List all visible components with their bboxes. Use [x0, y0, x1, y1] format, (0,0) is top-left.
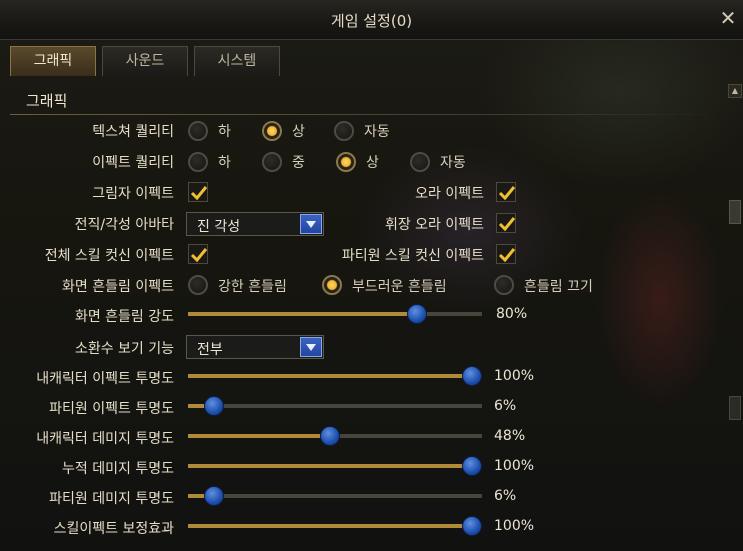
- shadow-effect-label: 그림자 이펙트: [92, 186, 174, 202]
- checkmark-icon: [498, 186, 516, 201]
- effect-quality-label: 이펙트 퀄리티: [92, 155, 174, 171]
- skill-effect-correction-slider[interactable]: [188, 516, 482, 536]
- slider-thumb[interactable]: [319, 426, 340, 446]
- screen-shake-off-radio[interactable]: [494, 275, 514, 295]
- chevron-down-icon[interactable]: [300, 214, 322, 234]
- effect-quality-mid-radio[interactable]: [262, 152, 282, 172]
- avatar-label: 전직/각성 아바타: [74, 217, 174, 233]
- slider-thumb[interactable]: [204, 396, 225, 416]
- slider-fill: [188, 434, 330, 438]
- effect-quality-auto-label[interactable]: 자동: [440, 152, 466, 172]
- scrollbar-thumb[interactable]: [729, 200, 741, 224]
- slider-fill: [188, 312, 418, 316]
- tab-system[interactable]: 시스템: [194, 46, 280, 76]
- party-damage-opacity-value: 6%: [494, 488, 517, 504]
- my-damage-opacity-value: 48%: [494, 428, 526, 444]
- all-skill-cutin-label: 전체 스킬 컷신 이펙트: [44, 248, 174, 264]
- scrollbar-thumb-lower[interactable]: [729, 396, 741, 420]
- my-effect-opacity-slider[interactable]: [188, 366, 482, 386]
- texture-quality-low-radio[interactable]: [188, 121, 208, 141]
- effect-quality-mid-label[interactable]: 중: [292, 152, 305, 172]
- section-divider: [10, 114, 716, 115]
- slider-thumb[interactable]: [462, 366, 482, 386]
- summon-view-select[interactable]: 전부: [186, 335, 324, 359]
- section-title: 그래픽: [26, 92, 68, 110]
- shake-strength-slider[interactable]: [188, 304, 482, 324]
- summon-view-label: 소환수 보기 기능: [74, 341, 174, 357]
- texture-quality-label: 텍스쳐 퀄리티: [92, 124, 174, 140]
- texture-quality-high-label[interactable]: 상: [292, 121, 305, 141]
- party-effect-opacity-slider[interactable]: [188, 396, 482, 416]
- screen-shake-strong-label[interactable]: 강한 흔들림: [218, 276, 287, 296]
- checkmark-icon: [498, 217, 516, 232]
- slider-fill: [188, 524, 472, 528]
- close-icon[interactable]: ✕: [717, 6, 739, 30]
- cumulative-damage-opacity-slider[interactable]: [188, 456, 482, 476]
- checkmark-icon: [498, 248, 516, 263]
- screen-shake-soft-label[interactable]: 부드러운 흔들림: [352, 276, 447, 296]
- party-damage-opacity-label: 파티원 데미지 투명도: [49, 491, 174, 507]
- cumulative-damage-opacity-value: 100%: [494, 458, 535, 474]
- title-aura-checkbox[interactable]: [496, 213, 516, 233]
- chevron-down-icon[interactable]: [300, 337, 322, 357]
- my-effect-opacity-label: 내캐릭터 이펙트 투명도: [36, 371, 174, 387]
- slider-thumb[interactable]: [462, 456, 482, 476]
- slider-fill: [188, 464, 472, 468]
- party-effect-opacity-label: 파티원 이펙트 투명도: [49, 401, 174, 417]
- texture-quality-low-label[interactable]: 하: [218, 121, 231, 141]
- party-damage-opacity-slider[interactable]: [188, 486, 482, 506]
- avatar-select-value: 진 각성: [197, 219, 241, 235]
- window-title: 게임 설정(0): [330, 12, 413, 30]
- slider-track: [188, 404, 482, 408]
- my-damage-opacity-slider[interactable]: [188, 426, 482, 446]
- shadow-effect-checkbox[interactable]: [188, 182, 208, 202]
- skill-effect-correction-value: 100%: [494, 518, 535, 534]
- screen-shake-label: 화면 흔들림 이펙트: [62, 279, 174, 295]
- effect-quality-high-label[interactable]: 상: [366, 152, 379, 172]
- skill-effect-correction-label: 스킬이펙트 보정효과: [53, 521, 174, 537]
- screen-shake-strong-radio[interactable]: [188, 275, 208, 295]
- party-skill-cutin-label: 파티원 스킬 컷신 이펙트: [341, 248, 484, 264]
- aura-effect-checkbox[interactable]: [496, 182, 516, 202]
- all-skill-cutin-checkbox[interactable]: [188, 244, 208, 264]
- tab-graphics[interactable]: 그래픽: [10, 46, 96, 76]
- summon-view-select-value: 전부: [197, 342, 223, 358]
- texture-quality-auto-label[interactable]: 자동: [364, 121, 390, 141]
- texture-quality-high-radio[interactable]: [262, 121, 282, 141]
- effect-quality-low-label[interactable]: 하: [218, 152, 231, 172]
- tab-sound[interactable]: 사운드: [102, 46, 188, 76]
- effect-quality-high-radio[interactable]: [336, 152, 356, 172]
- checkmark-icon: [190, 186, 208, 201]
- aura-effect-label: 오라 이펙트: [415, 186, 484, 202]
- avatar-select[interactable]: 진 각성: [186, 212, 324, 236]
- title-bar: 게임 설정(0) ✕: [0, 0, 743, 40]
- effect-quality-low-radio[interactable]: [188, 152, 208, 172]
- slider-fill: [188, 374, 472, 378]
- slider-thumb[interactable]: [204, 486, 225, 506]
- screen-shake-off-label[interactable]: 흔들림 끄기: [524, 276, 593, 296]
- effect-quality-auto-radio[interactable]: [410, 152, 430, 172]
- slider-track: [188, 494, 482, 498]
- slider-thumb[interactable]: [407, 304, 428, 324]
- party-skill-cutin-checkbox[interactable]: [496, 244, 516, 264]
- shake-strength-label: 화면 흔들림 강도: [74, 309, 174, 325]
- cumulative-damage-opacity-label: 누적 데미지 투명도: [62, 461, 174, 477]
- checkmark-icon: [190, 248, 208, 263]
- scroll-up-icon[interactable]: ▲: [728, 84, 742, 98]
- texture-quality-auto-radio[interactable]: [334, 121, 354, 141]
- my-damage-opacity-label: 내캐릭터 데미지 투명도: [36, 431, 174, 447]
- my-effect-opacity-value: 100%: [494, 368, 535, 384]
- shake-strength-value: 80%: [496, 306, 528, 322]
- screen-shake-soft-radio[interactable]: [322, 275, 342, 295]
- party-effect-opacity-value: 6%: [494, 398, 517, 414]
- title-aura-label: 휘장 오라 이펙트: [384, 217, 484, 233]
- slider-thumb[interactable]: [462, 516, 482, 536]
